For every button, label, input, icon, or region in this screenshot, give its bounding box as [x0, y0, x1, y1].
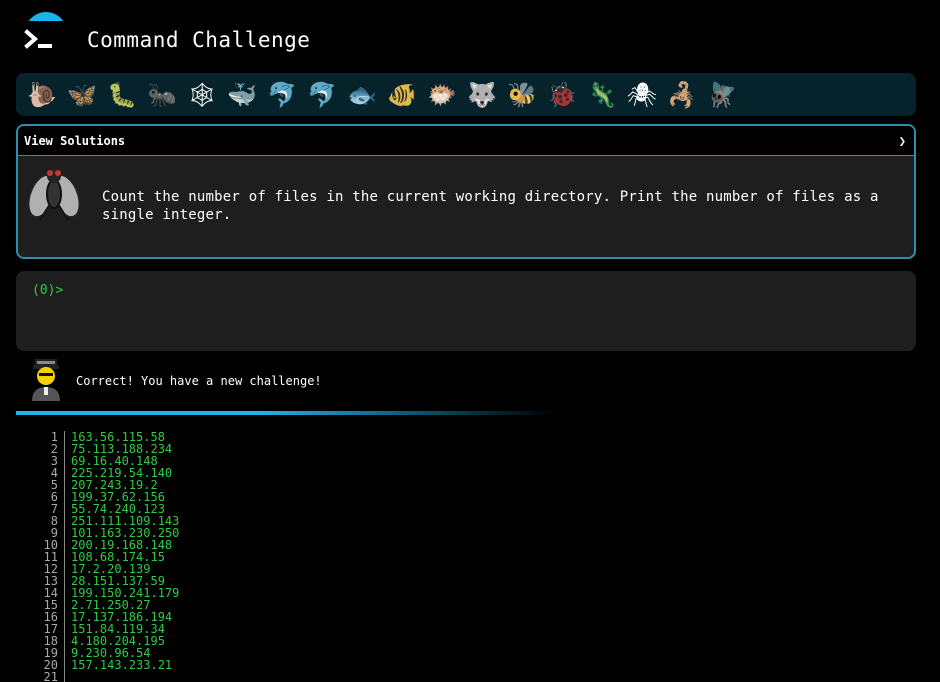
view-solutions-toggle[interactable]: View Solutions ❯ [18, 126, 914, 156]
feedback-area: Correct! You have a new challenge! [16, 357, 916, 407]
terminal-logo-icon[interactable] [24, 28, 56, 52]
butterfly-icon[interactable]: 🦋 [62, 75, 102, 115]
scorpion-icon[interactable]: 🦂 [662, 75, 702, 115]
bee-icon[interactable]: 🐝 [502, 75, 542, 115]
lizard-icon[interactable]: 🦎 [582, 75, 622, 115]
caterpillar-icon[interactable]: 🐛 [102, 75, 142, 115]
whale-icon[interactable]: 🐳 [222, 75, 262, 115]
file-line [71, 671, 179, 682]
terminal-input-area[interactable]: (0)> [16, 271, 916, 351]
file-viewer[interactable]: 1 2 3 4 5 6 7 8 9 10 11 12 13 14 15 16 17 18 19 20 21 163.56… [16, 431, 916, 682]
file-contents: 163.56.115.58 75.113.188.234 69.16.40.148 2… [71, 431, 179, 682]
line-number-gutter: 1 2 3 4 5 6 7 8 9 10 11 12 13 14 15 16 17 18 19 20 21 [16, 431, 65, 682]
fish-icon[interactable]: 🐟 [342, 75, 382, 115]
wolf-icon[interactable]: 🐺 [462, 75, 502, 115]
snail-icon[interactable]: 🐌 [22, 75, 62, 115]
terminal-prompt: (0)> [32, 283, 64, 298]
guide-avatar-icon [32, 359, 60, 401]
ant-icon[interactable]: 🐜 [142, 75, 182, 115]
progress-bar [16, 411, 556, 415]
spider-icon[interactable]: 🕷 [622, 75, 662, 115]
fly-icon[interactable]: 🪰 [702, 75, 742, 115]
fly-icon [27, 169, 81, 221]
spider-web-icon[interactable]: 🕸 [182, 75, 222, 115]
dolphin-gray-icon[interactable]: 🐬 [302, 75, 342, 115]
blowfish-icon[interactable]: 🐡 [422, 75, 462, 115]
line-number: 21 [43, 670, 58, 682]
tropical-fish-icon[interactable]: 🐠 [382, 75, 422, 115]
header: Command Challenge [0, 0, 940, 70]
app-title: Command Challenge [87, 28, 311, 52]
challenge-animal-bar: 🐌 🦋 🐛 🐜 🕸 🐳 🐬 🐬 🐟 🐠 🐡 🐺 🐝 🐞 🦎 🕷 🦂 🪰 [16, 73, 916, 116]
feedback-message: Correct! You have a new challenge! [76, 374, 322, 388]
challenge-description: Count the number of files in the current… [102, 189, 879, 223]
file-line: 157.143.233.21 [71, 658, 173, 672]
chevron-right-icon[interactable]: ❯ [899, 134, 906, 148]
ladybug-icon[interactable]: 🐞 [542, 75, 582, 115]
dolphin-icon[interactable]: 🐬 [262, 75, 302, 115]
view-solutions-label: View Solutions [24, 133, 126, 148]
challenge-body: Count the number of files in the current… [18, 156, 914, 257]
challenge-panel: View Solutions ❯ Count the number of fil… [16, 124, 916, 259]
